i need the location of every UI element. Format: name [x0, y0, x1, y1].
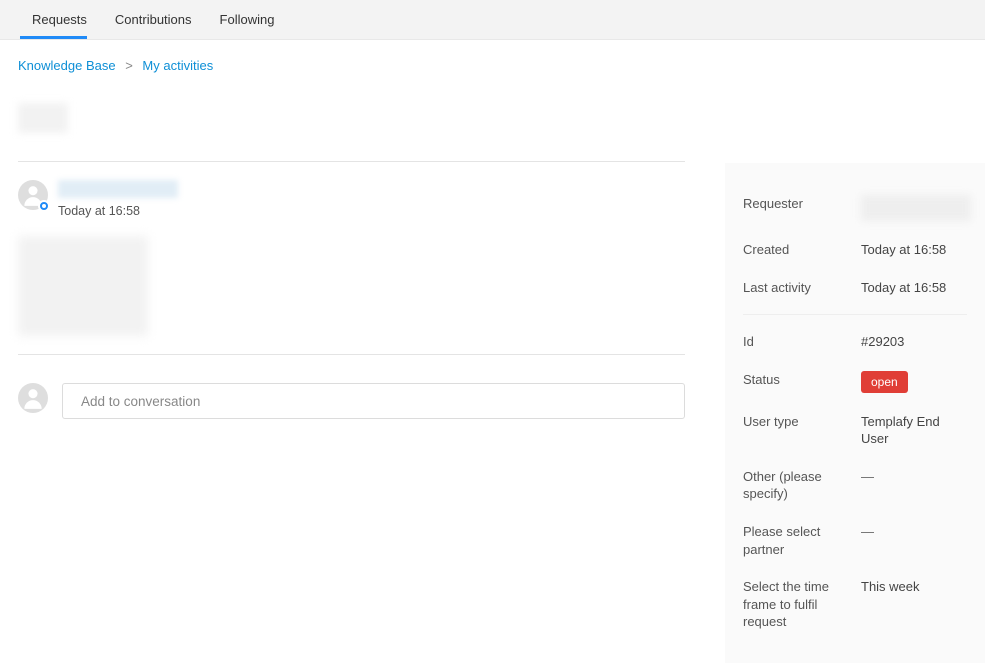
tab-following[interactable]: Following [206, 0, 289, 39]
divider [18, 354, 685, 355]
requester-value [861, 195, 971, 221]
detail-value-other: — [861, 468, 874, 503]
comment-timestamp: Today at 16:58 [58, 204, 178, 218]
breadcrumb: Knowledge Base > My activities [0, 40, 985, 103]
detail-value-timeframe: This week [861, 578, 920, 631]
detail-value-partner: — [861, 523, 874, 558]
breadcrumb-root-link[interactable]: Knowledge Base [18, 58, 116, 73]
tabs-bar: Requests Contributions Following [0, 0, 985, 40]
detail-value-id: #29203 [861, 333, 904, 351]
detail-label-id: Id [743, 333, 861, 351]
detail-label-user-type: User type [743, 413, 861, 448]
detail-label-other: Other (please specify) [743, 468, 861, 503]
detail-label-partner: Please select partner [743, 523, 861, 558]
agent-badge-icon [38, 200, 50, 212]
details-panel: Requester Created Today at 16:58 Last ac… [725, 163, 985, 663]
detail-label-requester: Requester [743, 195, 861, 221]
ticket-title [18, 103, 68, 133]
commenter-name [58, 180, 178, 198]
detail-label-last-activity: Last activity [743, 279, 861, 297]
breadcrumb-current-link[interactable]: My activities [142, 58, 213, 73]
avatar [18, 383, 48, 413]
detail-value-created: Today at 16:58 [861, 241, 946, 259]
detail-value-user-type: Templafy End User [861, 413, 967, 448]
comment-body [18, 236, 148, 336]
tab-requests[interactable]: Requests [18, 0, 101, 39]
detail-value-last-activity: Today at 16:58 [861, 279, 946, 297]
reply-input[interactable] [62, 383, 685, 419]
avatar [18, 180, 48, 210]
person-icon [20, 385, 46, 411]
status-badge: open [861, 371, 908, 393]
detail-label-status: Status [743, 371, 861, 393]
detail-label-created: Created [743, 241, 861, 259]
breadcrumb-separator: > [125, 58, 133, 73]
divider [18, 161, 685, 162]
detail-label-timeframe: Select the time frame to fulfil request [743, 578, 861, 631]
tab-contributions[interactable]: Contributions [101, 0, 206, 39]
